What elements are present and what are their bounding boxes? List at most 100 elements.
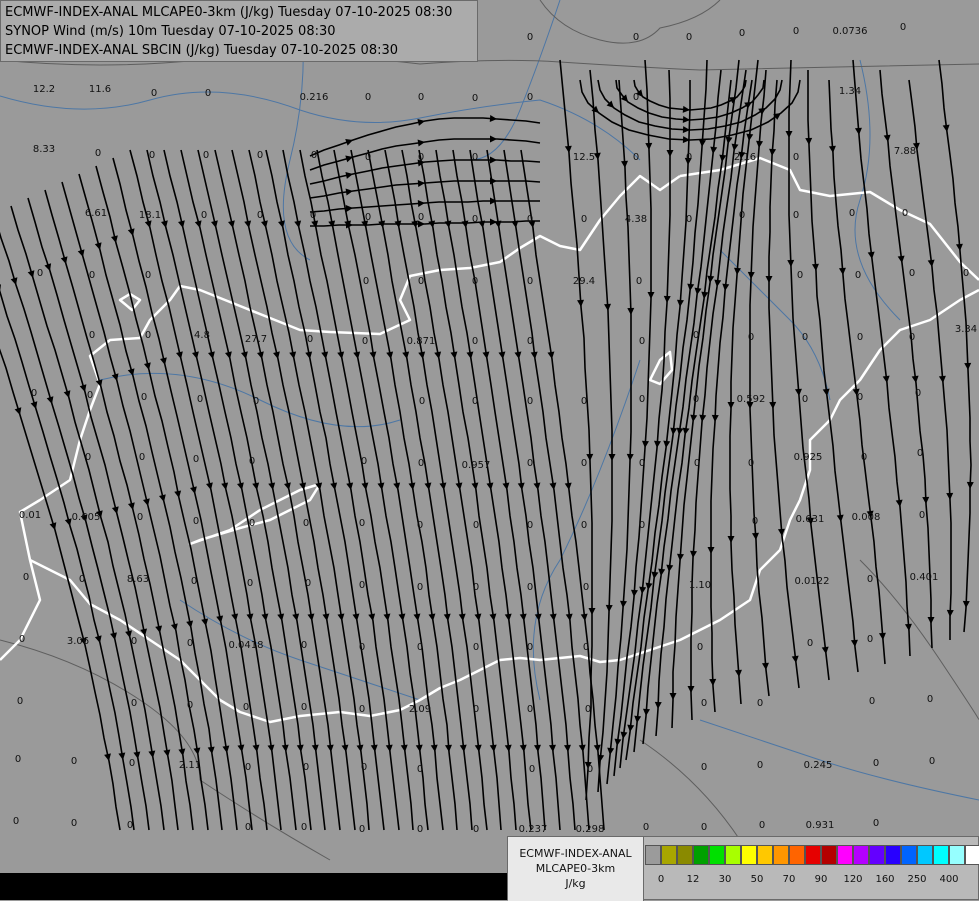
cape-value-label: 0 bbox=[417, 824, 423, 835]
cape-value-label: 29.4 bbox=[573, 276, 595, 287]
cape-value-label: 0 bbox=[527, 396, 533, 407]
cape-value-label: 0 bbox=[739, 28, 745, 39]
cape-value-label: 0 bbox=[303, 518, 309, 529]
cape-value-label: 2.09 bbox=[409, 704, 431, 715]
cape-value-label: 0 bbox=[249, 518, 255, 529]
cape-value-label: 0 bbox=[909, 268, 915, 279]
cape-value-label: 0 bbox=[585, 704, 591, 715]
cape-value-label: 18.1 bbox=[139, 210, 161, 221]
cape-value-label: 0 bbox=[639, 458, 645, 469]
cape-value-label: 0.245 bbox=[804, 760, 833, 771]
cape-value-label: 0 bbox=[849, 208, 855, 219]
cape-value-label: 0 bbox=[752, 516, 758, 527]
cape-value-label: 4.8 bbox=[194, 330, 210, 341]
cape-value-label: 0 bbox=[697, 642, 703, 653]
cape-value-label: 3.06 bbox=[67, 636, 89, 647]
title-line-cape: ECMWF-INDEX-ANAL MLCAPE0-3km (J/kg) Tues… bbox=[5, 5, 453, 20]
cape-value-label: 0.592 bbox=[737, 394, 766, 405]
cape-value-label: 0.298 bbox=[576, 824, 605, 835]
cape-value-label: 0 bbox=[759, 820, 765, 831]
cape-value-label: 0 bbox=[193, 454, 199, 465]
cape-value-label: 0 bbox=[145, 330, 151, 341]
cape-value-label: 0 bbox=[473, 704, 479, 715]
cape-value-label: 0 bbox=[587, 764, 593, 775]
cape-value-label: 0 bbox=[583, 642, 589, 653]
cape-value-label: 0 bbox=[701, 822, 707, 833]
cape-value-label: 0 bbox=[793, 26, 799, 37]
cape-value-label: 0 bbox=[89, 270, 95, 281]
cape-value-label: 2.11 bbox=[179, 760, 201, 771]
legend-tick-label: 90 bbox=[814, 874, 828, 885]
legend-swatch bbox=[645, 845, 661, 865]
cape-value-label: 0 bbox=[686, 32, 692, 43]
cape-value-label: 0 bbox=[359, 518, 365, 529]
cape-value-label: 0 bbox=[639, 394, 645, 405]
legend-ticks: 0 12 30 50 70 90 120 160 250 400 bbox=[645, 874, 975, 888]
cape-value-label: 0 bbox=[37, 268, 43, 279]
cape-value-label: 0 bbox=[639, 336, 645, 347]
cape-value-label: 0 bbox=[257, 210, 263, 221]
cape-value-label: 0 bbox=[527, 214, 533, 225]
color-legend: ECMWF-INDEX-ANAL MLCAPE0-3km J/kg 0 12 30 5… bbox=[507, 836, 979, 901]
legend-swatch bbox=[933, 845, 949, 865]
legend-swatch bbox=[837, 845, 853, 865]
cape-value-label: 11.6 bbox=[89, 84, 111, 95]
legend-tick-label: 70 bbox=[782, 874, 796, 885]
cape-value-label: 0 bbox=[633, 152, 639, 163]
legend-tick-label: 30 bbox=[718, 874, 732, 885]
legend-tick-label: 400 bbox=[939, 874, 959, 885]
cape-value-label: 0 bbox=[31, 388, 37, 399]
cape-value-label: 0 bbox=[527, 336, 533, 347]
cape-value-label: 0 bbox=[472, 276, 478, 287]
cape-value-label: 0 bbox=[802, 332, 808, 343]
cape-value-label: 0 bbox=[643, 822, 649, 833]
legend-title: ECMWF-INDEX-ANAL MLCAPE0-3km J/kg bbox=[508, 837, 644, 901]
legend-swatches bbox=[645, 845, 979, 867]
cape-value-label: 0 bbox=[857, 332, 863, 343]
cape-value-label: 3.34 bbox=[955, 324, 977, 335]
cape-value-label: 0 bbox=[418, 276, 424, 287]
cape-value-label: 0 bbox=[247, 578, 253, 589]
cape-value-label: 0 bbox=[748, 458, 754, 469]
cape-value-label: 0 bbox=[963, 268, 969, 279]
cape-value-label: 0 bbox=[527, 520, 533, 531]
legend-swatch bbox=[885, 845, 901, 865]
cape-value-label: 0 bbox=[359, 824, 365, 835]
legend-tick-label: 50 bbox=[750, 874, 764, 885]
cape-value-label: 0 bbox=[131, 636, 137, 647]
cape-value-label: 0 bbox=[305, 578, 311, 589]
cape-value-label: 0 bbox=[301, 822, 307, 833]
cape-value-label: 0 bbox=[79, 574, 85, 585]
cape-value-label: 0 bbox=[359, 642, 365, 653]
cape-value-label: 0 bbox=[139, 452, 145, 463]
cape-value-label: 12.5 bbox=[573, 152, 595, 163]
cape-value-label: 0 bbox=[253, 396, 259, 407]
cape-value-label: 0 bbox=[527, 92, 533, 103]
cape-value-label: 0 bbox=[793, 152, 799, 163]
cape-value-label: 0.01 bbox=[19, 510, 41, 521]
cape-value-label: 0 bbox=[693, 330, 699, 341]
cape-value-label: 0 bbox=[197, 394, 203, 405]
cape-value-label: 0 bbox=[915, 388, 921, 399]
cape-value-label: 0 bbox=[802, 394, 808, 405]
legend-swatch bbox=[805, 845, 821, 865]
legend-swatch bbox=[693, 845, 709, 865]
cape-value-label: 2.16 bbox=[734, 152, 756, 163]
cape-value-label: 0 bbox=[301, 702, 307, 713]
cape-value-label: 12.2 bbox=[33, 84, 55, 95]
legend-swatch bbox=[677, 845, 693, 865]
cape-value-label: 0.931 bbox=[806, 820, 835, 831]
legend-swatch bbox=[773, 845, 789, 865]
cape-value-label: 0 bbox=[581, 396, 587, 407]
cape-value-label: 0.008 bbox=[852, 512, 881, 523]
cape-value-label: 0 bbox=[581, 214, 587, 225]
cape-value-label: 0 bbox=[417, 642, 423, 653]
cape-value-label: 0 bbox=[419, 396, 425, 407]
cape-value-label: 0 bbox=[191, 576, 197, 587]
cape-value-label: 0 bbox=[418, 92, 424, 103]
cape-value-label: 0 bbox=[867, 634, 873, 645]
legend-title-source: ECMWF-INDEX-ANAL bbox=[519, 847, 632, 860]
cape-value-label: 0.957 bbox=[462, 460, 491, 471]
cape-value-label: 8.63 bbox=[127, 574, 149, 585]
cape-value-label: 0 bbox=[861, 452, 867, 463]
